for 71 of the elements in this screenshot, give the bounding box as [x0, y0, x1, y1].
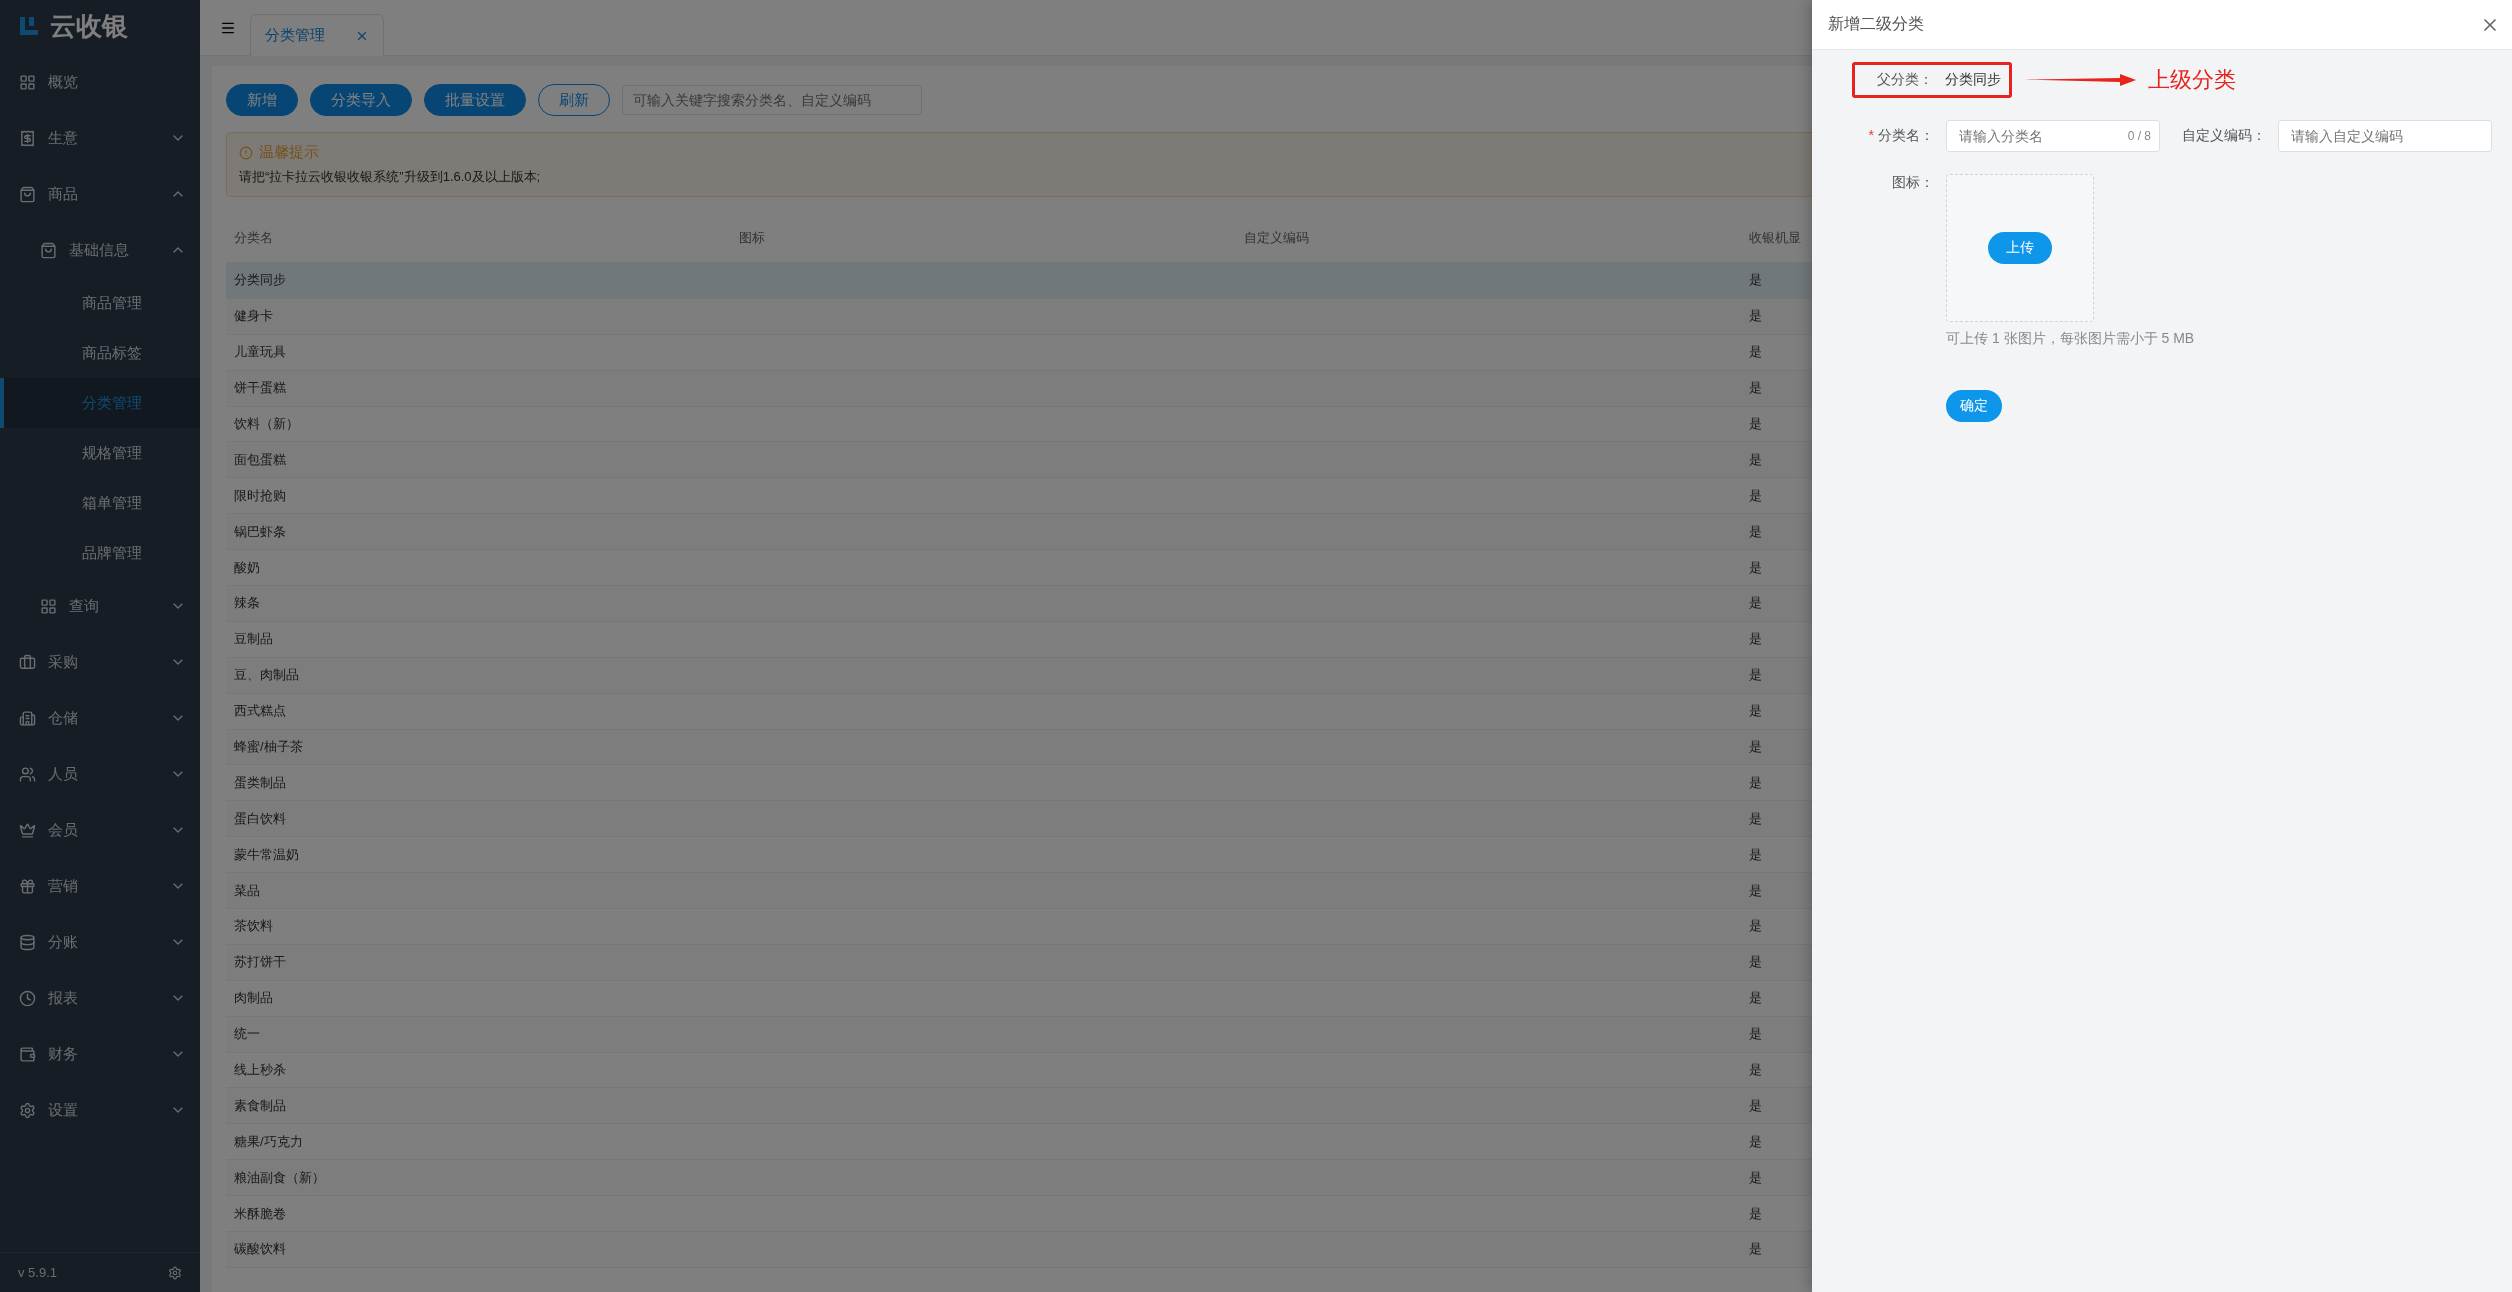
char-counter: 0 / 8: [2127, 129, 2151, 143]
table-cell: 是: [1749, 702, 1762, 721]
alert-title: 温馨提示: [259, 143, 319, 162]
table-cell: 西式糕点: [234, 702, 286, 721]
table-cell: 是: [1749, 1204, 1762, 1223]
table-cell: 饼干蛋糕: [234, 379, 286, 398]
table-cell: 肉制品: [234, 989, 273, 1008]
column-header: 分类名: [234, 228, 273, 247]
table-cell: 是: [1749, 594, 1762, 613]
table-cell: 是: [1749, 415, 1762, 433]
table-cell: 锅巴虾条: [234, 522, 286, 541]
table-cell: 是: [1749, 630, 1762, 649]
table-cell: 是: [1749, 486, 1762, 505]
table-cell: 是: [1749, 450, 1762, 469]
column-header: 收银机显: [1749, 228, 1801, 247]
table-cell: 是: [1749, 1025, 1762, 1044]
annotation-text: 上级分类: [2148, 66, 2236, 94]
table-cell: 是: [1749, 881, 1762, 900]
table-cell: 是: [1749, 738, 1762, 756]
table-cell: 酸奶: [234, 558, 260, 577]
table-cell: 苏打饼干: [234, 953, 286, 972]
table-cell: 是: [1749, 1096, 1762, 1115]
field-label: 自定义编码：: [2181, 127, 2266, 145]
table-cell: 是: [1749, 666, 1762, 685]
field-label: 父分类：: [1876, 71, 1933, 89]
table-cell: 是: [1749, 522, 1762, 541]
table-cell: 是: [1749, 1240, 1762, 1259]
table-cell: 茶饮料: [234, 917, 273, 936]
column-header: 自定义编码: [1244, 228, 1309, 247]
table-cell: 蜂蜜/柚子茶: [234, 738, 303, 756]
table-cell: 是: [1749, 953, 1762, 972]
table-cell: 是: [1749, 379, 1762, 398]
table-cell: 是: [1749, 343, 1762, 362]
table-cell: 豆制品: [234, 630, 273, 649]
table-cell: 蒙牛常温奶: [234, 845, 299, 864]
table-cell: 是: [1749, 307, 1762, 326]
field-label: 图标：: [1891, 174, 1934, 192]
table-cell: 菜品: [234, 881, 260, 900]
table-cell: 是: [1749, 917, 1762, 936]
table-cell: 是: [1749, 558, 1762, 577]
table-cell: 健身卡: [234, 307, 273, 326]
table-cell: 分类同步: [234, 271, 286, 290]
table-cell: 是: [1749, 773, 1762, 792]
table-cell: 是: [1749, 809, 1762, 828]
drawer-title: 新增二级分类: [1828, 14, 1924, 34]
table-cell: 限时抢购: [234, 486, 286, 505]
table-cell: 素食制品: [234, 1096, 286, 1115]
table-cell: 辣条: [234, 594, 260, 613]
table-cell: 面包蛋糕: [234, 450, 286, 469]
table-cell: 线上秒杀: [234, 1061, 286, 1080]
version-text: v 5.9.1: [18, 1265, 58, 1280]
table-cell: 儿童玩具: [234, 343, 286, 362]
table-cell: 碳酸饮料: [234, 1240, 286, 1259]
table-cell: 饮料（新）: [234, 415, 299, 433]
table-cell: 是: [1749, 1061, 1762, 1080]
table-cell: 粮油副食（新）: [234, 1168, 325, 1187]
column-header: 图标: [739, 228, 765, 247]
table-cell: 糖果/巧克力: [234, 1132, 303, 1151]
table-cell: 蛋类制品: [234, 773, 286, 792]
alert-message: 请把“拉卡拉云收银收银系统”升级到1.6.0及以上版本;: [239, 168, 541, 186]
table-cell: 是: [1749, 271, 1762, 290]
table-cell: 是: [1749, 845, 1762, 864]
table-cell: 蛋白饮料: [234, 809, 286, 828]
table-cell: 米酥脆卷: [234, 1204, 286, 1223]
parent-category-value: 分类同步: [1945, 71, 2001, 89]
table-cell: 是: [1749, 1132, 1762, 1151]
field-label: * 分类名：: [1867, 127, 1934, 145]
logo-text: 云收银: [50, 9, 128, 43]
table-cell: 豆、肉制品: [234, 666, 299, 685]
table-cell: 是: [1749, 1168, 1762, 1187]
table-cell: 是: [1749, 989, 1762, 1008]
